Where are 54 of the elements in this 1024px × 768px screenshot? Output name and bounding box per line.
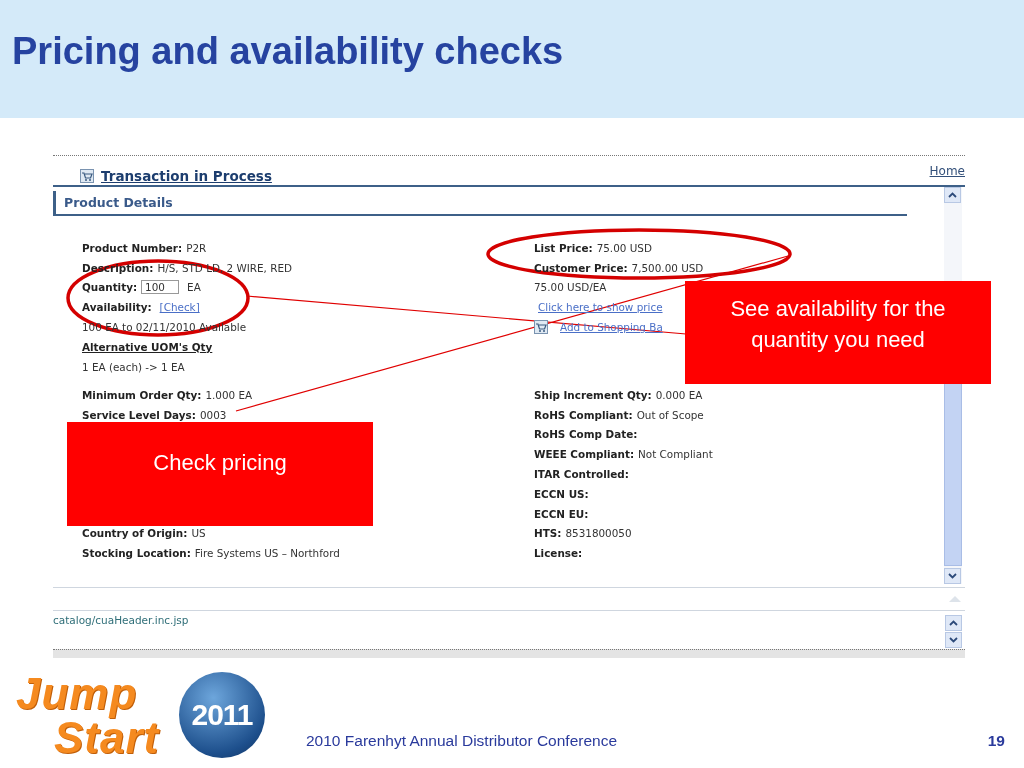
- page-number: 19: [987, 732, 1005, 750]
- field-value: P2R: [186, 241, 207, 254]
- subheading: Alternative UOM's Qty: [82, 340, 213, 353]
- cart-icon: [534, 320, 548, 335]
- scroll-up-icon: [948, 595, 962, 603]
- field-value: 7,500.00 USD: [631, 261, 704, 274]
- field-label: Minimum Order Qty:: [82, 388, 202, 401]
- scroll-down-icon[interactable]: [948, 573, 957, 579]
- field-label: RoHS Comp Date:: [534, 428, 638, 441]
- unit-label: EA: [187, 281, 201, 294]
- page-link[interactable]: Transaction in Process: [101, 168, 272, 184]
- field-value: 1.000 EA: [205, 388, 253, 401]
- field-value: Not Compliant: [638, 448, 713, 461]
- field-label: ECCN US:: [534, 487, 589, 500]
- field-label: License:: [534, 547, 583, 560]
- info-text: 1 EA (each) -> 1 EA: [82, 360, 185, 373]
- status-text: catalog/cuaHeader.inc.jsp: [53, 614, 189, 626]
- field-value: Fire Systems US – Northford: [194, 547, 340, 560]
- logo-badge: 2011: [179, 672, 265, 758]
- field-value: 75.00 USD: [596, 241, 652, 254]
- link[interactable]: [Check]: [159, 301, 200, 314]
- home-link[interactable]: Home: [929, 164, 965, 178]
- field-label: Availability:: [82, 301, 152, 314]
- field-label: RoHS Compliant:: [534, 408, 633, 421]
- callout-tooltip: Check pricing: [67, 422, 373, 526]
- section-header: Product Details: [53, 191, 907, 216]
- logo-text: Jump: [16, 672, 138, 716]
- field-label: WEEE Compliant:: [534, 448, 635, 461]
- field-label: HTS:: [534, 527, 562, 540]
- cart-icon: [80, 169, 94, 183]
- scroll-up-icon[interactable]: [948, 192, 957, 198]
- scroll-up-icon[interactable]: [949, 620, 958, 626]
- field-value: 0.000 EA: [655, 388, 703, 401]
- field-label: Quantity:: [82, 281, 138, 294]
- info-text: 75.00 USD/EA: [534, 281, 607, 294]
- field-value: 8531800050: [565, 527, 632, 540]
- footer-text: 2010 Farenhyt Annual Distributor Conference: [306, 732, 619, 750]
- field-label: Stocking Location:: [82, 547, 191, 560]
- field-value: Out of Scope: [636, 408, 704, 421]
- field-label: Product Number:: [82, 241, 183, 254]
- field-value: H/S, STD LD, 2 WIRE, RED: [157, 261, 292, 274]
- field-label: Country of Origin:: [82, 527, 188, 540]
- field-label: Customer Price:: [534, 261, 628, 274]
- field-label: Ship Increment Qty:: [534, 388, 652, 401]
- quantity-field[interactable]: 100: [141, 280, 180, 295]
- field-label: ECCN EU:: [534, 507, 589, 520]
- field-label: Service Level Days:: [82, 408, 196, 421]
- callout-tooltip: See availability for the quantity you need: [685, 281, 991, 384]
- field-value: 0003: [199, 408, 227, 421]
- field-value: US: [191, 527, 206, 540]
- scroll-down-icon[interactable]: [949, 637, 958, 643]
- slide-title: Pricing and availability checks: [12, 30, 564, 73]
- field-label: ITAR Controlled:: [534, 468, 629, 481]
- field-label: List Price:: [534, 241, 593, 254]
